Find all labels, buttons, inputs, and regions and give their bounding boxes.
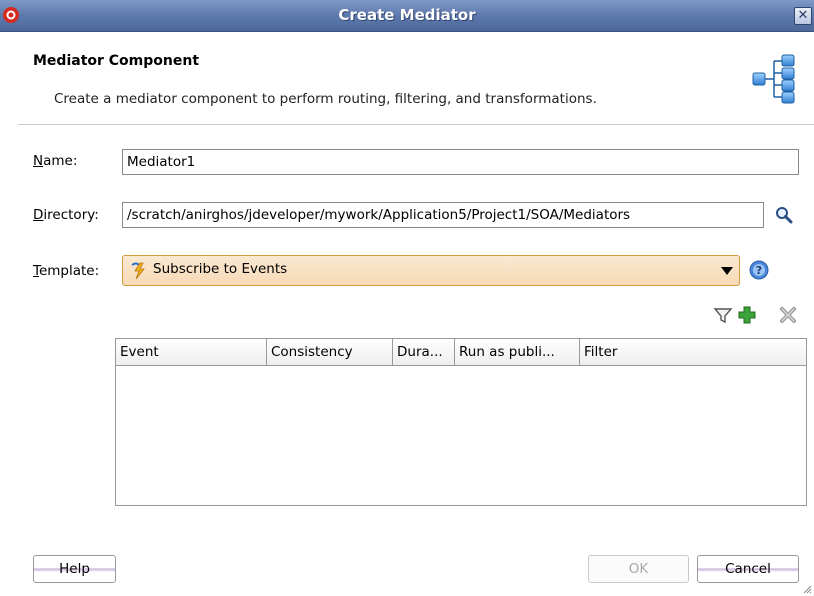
name-label-text: ame:	[43, 153, 78, 169]
template-select[interactable]: Subscribe to Events	[122, 255, 740, 286]
window-title: Create Mediator	[338, 6, 476, 24]
cancel-button[interactable]: Cancel	[697, 555, 799, 583]
svg-text:?: ?	[756, 264, 762, 277]
directory-field[interactable]: /scratch/anirghos/jdeveloper/mywork/Appl…	[122, 202, 764, 228]
column-header-run-as-publisher[interactable]: Run as publi...	[455, 339, 580, 365]
column-header-event[interactable]: Event	[116, 339, 267, 365]
directory-label-mnemonic: D	[33, 207, 44, 223]
chevron-down-icon[interactable]	[721, 267, 733, 275]
help-button[interactable]: Help	[33, 555, 116, 583]
search-icon[interactable]	[775, 206, 793, 224]
mediator-component-icon	[752, 54, 795, 104]
header-divider	[18, 124, 814, 125]
title-bar[interactable]: Create Mediator ✕	[0, 0, 814, 32]
resize-grip-icon[interactable]	[802, 584, 812, 594]
name-label: Name:	[33, 153, 77, 169]
column-header-filter[interactable]: Filter	[580, 339, 806, 365]
template-selected-value: Subscribe to Events	[153, 261, 288, 277]
template-label-text: emplate:	[38, 263, 100, 279]
directory-label: Directory:	[33, 207, 99, 223]
name-label-mnemonic: N	[33, 153, 44, 169]
delete-icon[interactable]	[778, 305, 798, 325]
directory-label-text: irectory:	[43, 207, 99, 223]
template-label: Template:	[33, 263, 99, 279]
table-header: Event Consistency Dura... Run as publi..…	[116, 339, 806, 366]
filter-icon[interactable]	[713, 305, 733, 325]
page-title: Mediator Component	[33, 53, 200, 69]
close-button[interactable]: ✕	[794, 7, 812, 25]
name-field[interactable]: Mediator1	[122, 149, 799, 175]
column-header-duration[interactable]: Dura...	[393, 339, 455, 365]
help-icon[interactable]: ?	[749, 260, 769, 280]
create-mediator-dialog: Create Mediator ✕ Mediator Component Cre…	[0, 0, 814, 596]
add-icon[interactable]	[737, 305, 757, 325]
ok-button[interactable]: OK	[588, 555, 689, 583]
event-bolt-icon	[131, 262, 145, 280]
events-table[interactable]: Event Consistency Dura... Run as publi..…	[115, 338, 807, 506]
page-description: Create a mediator component to perform r…	[54, 91, 597, 107]
column-header-consistency[interactable]: Consistency	[267, 339, 393, 365]
